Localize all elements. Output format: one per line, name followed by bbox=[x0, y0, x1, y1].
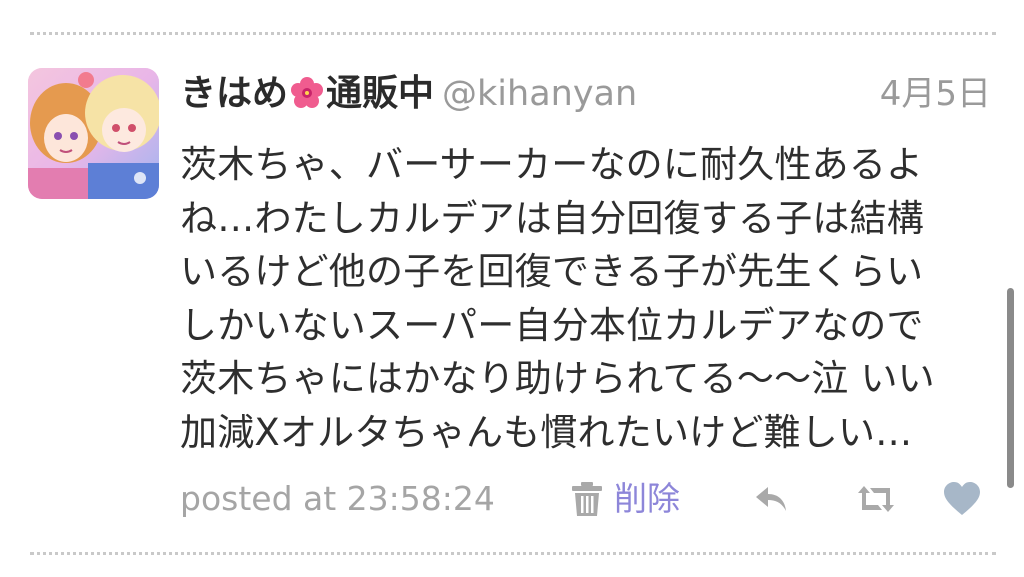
tweet-text-line: ね…わたしカルデアは自分回復する子は結構 bbox=[180, 196, 924, 240]
favorite-button[interactable] bbox=[942, 481, 982, 517]
scrollbar[interactable] bbox=[1007, 288, 1014, 488]
display-name[interactable]: きはめ 通販中 @kihanyan bbox=[180, 70, 637, 118]
tweet-footer: posted at 23:58:24 削除 bbox=[180, 475, 995, 525]
tweet-text-line: 茨木ちゃ、バーサーカーなのに耐久性あるよ bbox=[180, 143, 924, 186]
retweet-button[interactable] bbox=[854, 481, 894, 517]
avatar-image bbox=[28, 68, 159, 199]
divider-top bbox=[30, 32, 996, 35]
tweet-text-line: いるけど他の子を回復できる子が先生くらい bbox=[180, 250, 924, 293]
display-name-part2: 通販中 bbox=[326, 73, 435, 114]
retweet-icon bbox=[858, 486, 894, 512]
reply-button[interactable] bbox=[752, 481, 792, 517]
hibiscus-icon bbox=[291, 77, 324, 108]
delete-label: 削除 bbox=[614, 479, 680, 518]
avatar[interactable] bbox=[28, 68, 159, 199]
tweet-text: 茨木ちゃ、バーサーカーなのに耐久性あるよ ね…わたしカルデアは自分回復する子は結… bbox=[180, 138, 1000, 459]
tweet-text-line: 茨木ちゃにはかなり助けられてる〜〜泣 いい bbox=[180, 357, 935, 400]
divider-bottom bbox=[30, 552, 996, 555]
delete-button[interactable]: 削除 bbox=[570, 475, 680, 523]
trash-icon bbox=[572, 482, 602, 516]
tweet-text-line: 加減Xオルタちゃんも慣れたいけど難しい… bbox=[180, 410, 913, 454]
posted-timestamp: posted at 23:58:24 bbox=[180, 479, 495, 518]
tweet-text-line: しかいないスーパー自分本位カルデアなので bbox=[180, 303, 924, 347]
heart-icon bbox=[944, 482, 980, 515]
display-name-part1: きはめ bbox=[180, 73, 289, 114]
username[interactable]: @kihanyan bbox=[442, 74, 637, 114]
tweet-header: きはめ 通販中 @kihanyan 4月5日 bbox=[180, 70, 995, 120]
reply-icon bbox=[756, 487, 786, 511]
tweet-date[interactable]: 4月5日 bbox=[880, 70, 991, 118]
